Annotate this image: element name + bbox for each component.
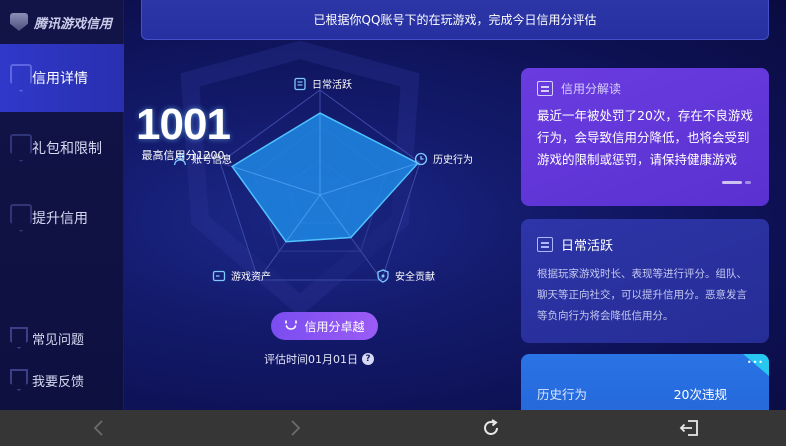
radar-axis-history: 历史行为 [414, 151, 473, 166]
card-body: 根据玩家游戏时长、表现等进行评分。组队、聊天等正向社交，可以提升信用分。恶意发言… [537, 268, 747, 322]
evaluation-banner: 已根据你QQ账号下的在玩游戏，完成今日信用分评估 [141, 0, 769, 40]
radar-axis-label: 日常活跃 [312, 80, 352, 91]
document-icon [537, 237, 553, 252]
shield-deco-icon [10, 369, 28, 391]
radar-axis-label: 安全贡献 [395, 272, 435, 283]
sidebar-item-label: 礼包和限制 [32, 141, 102, 157]
credit-level-badge[interactable]: 信用分卓越 [271, 312, 378, 340]
scroll-indicator [722, 181, 751, 184]
card-title: 信用分解读 [561, 82, 622, 96]
document-icon [537, 81, 553, 96]
card-body: 最近一年被处罚了20次，存在不良游戏行为，会导致信用分降低，也将会受到游戏的限制… [537, 108, 753, 167]
daily-activity-card[interactable]: 日常活跃 根据玩家游戏时长、表现等进行评分。组队、聊天等正向社交，可以提升信用分… [521, 219, 769, 343]
back-arrow-icon[interactable] [86, 416, 112, 440]
evaluation-time-text: 评估时间01月01日 [264, 353, 358, 366]
sidebar-item-label: 信用详情 [32, 71, 88, 87]
radar-axis-label: 历史行为 [433, 155, 473, 166]
evaluation-time: 评估时间01月01日 ? [264, 351, 374, 367]
sidebar-item-feedback[interactable]: 我要反馈 [0, 360, 124, 400]
history-behavior-card[interactable]: ••• 历史行为 20次违规 [521, 354, 769, 410]
card-header: 信用分解读 [537, 80, 753, 97]
credit-score: 1001 [136, 100, 231, 149]
sidebar-item-gifts-limits[interactable]: 礼包和限制 [0, 114, 124, 182]
sidebar-item-credit-details[interactable]: 信用详情 [0, 44, 124, 112]
shield-deco-icon [10, 134, 32, 162]
shield-deco-icon [10, 64, 32, 92]
brand: 腾讯游戏信用 [0, 0, 123, 44]
sidebar-item-label: 常见问题 [32, 332, 85, 348]
credit-interpretation-card: 信用分解读 最近一年被处罚了20次，存在不良游戏行为，会导致信用分降低，也将会受… [521, 68, 769, 206]
radar-axis-assets: 游戏资产 [212, 268, 271, 283]
shield-icon [376, 268, 390, 283]
help-icon[interactable]: ? [362, 353, 374, 365]
more-icon: ••• [746, 358, 764, 367]
daily-active-icon [293, 77, 307, 91]
sidebar-item-label: 提升信用 [32, 211, 88, 227]
forward-arrow-icon[interactable] [282, 416, 308, 440]
radar-axis-security: 安全贡献 [376, 268, 435, 283]
radar-axis-daily: 日常活跃 [293, 76, 352, 91]
credit-level-label: 信用分卓越 [304, 319, 365, 334]
wallet-icon [212, 269, 226, 283]
smile-icon [284, 318, 298, 335]
exit-icon[interactable] [676, 416, 702, 440]
app-window: 腾讯游戏信用 信用详情 礼包和限制 提升信用 常见问题 我要反馈 已根据你QQ账… [0, 0, 786, 410]
system-navigation-bar [0, 410, 786, 446]
brand-name: 腾讯游戏信用 [34, 16, 113, 32]
max-score-text: 最高信用分1200 [141, 149, 225, 162]
shield-deco-icon [10, 204, 32, 232]
card-header: 日常活跃 [537, 235, 753, 254]
history-clock-icon [414, 152, 428, 166]
history-value: 20次违规 [673, 387, 727, 402]
shield-deco-icon [10, 327, 28, 349]
card-title: 日常活跃 [561, 239, 614, 254]
sidebar: 腾讯游戏信用 信用详情 礼包和限制 提升信用 常见问题 我要反馈 [0, 0, 124, 410]
banner-text: 已根据你QQ账号下的在玩游戏，完成今日信用分评估 [313, 13, 597, 27]
sidebar-item-faq[interactable]: 常见问题 [0, 318, 124, 358]
sidebar-item-label: 我要反馈 [32, 374, 85, 390]
brand-logo-icon [10, 13, 28, 31]
radar-axis-label: 游戏资产 [231, 272, 271, 283]
refresh-icon[interactable] [478, 416, 504, 440]
history-label: 历史行为 [537, 387, 588, 402]
sidebar-item-improve-credit[interactable]: 提升信用 [0, 184, 124, 252]
